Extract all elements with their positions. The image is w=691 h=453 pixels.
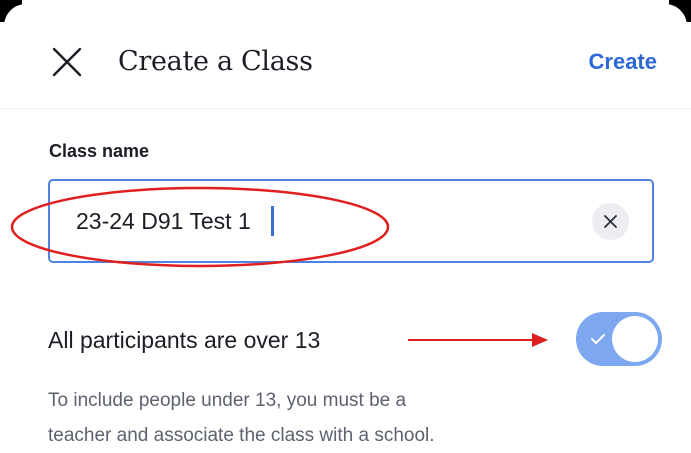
participants-label: All participants are over 13 bbox=[48, 327, 321, 353]
class-name-input[interactable] bbox=[76, 201, 556, 241]
helper-text-line-1: To include people under 13, you must be … bbox=[48, 390, 407, 411]
close-icon bbox=[52, 47, 82, 77]
helper-text-line-2: teacher and associate the class with a s… bbox=[48, 425, 435, 446]
class-name-label: Class name bbox=[49, 141, 150, 161]
participants-toggle[interactable] bbox=[576, 312, 662, 366]
create-button[interactable]: Create bbox=[589, 47, 657, 77]
text-caret bbox=[271, 206, 274, 236]
check-icon bbox=[591, 334, 605, 344]
close-button[interactable] bbox=[50, 45, 84, 79]
clear-icon bbox=[604, 215, 617, 228]
clear-button[interactable] bbox=[592, 203, 629, 240]
toggle-knob bbox=[612, 316, 658, 362]
helper-text: To include people under 13, you must be … bbox=[48, 383, 668, 453]
class-name-field[interactable] bbox=[48, 179, 654, 263]
dialog-header: Create a Class Create bbox=[0, 0, 691, 109]
page-title: Create a Class bbox=[118, 46, 313, 77]
annotation-arrow bbox=[408, 333, 548, 347]
